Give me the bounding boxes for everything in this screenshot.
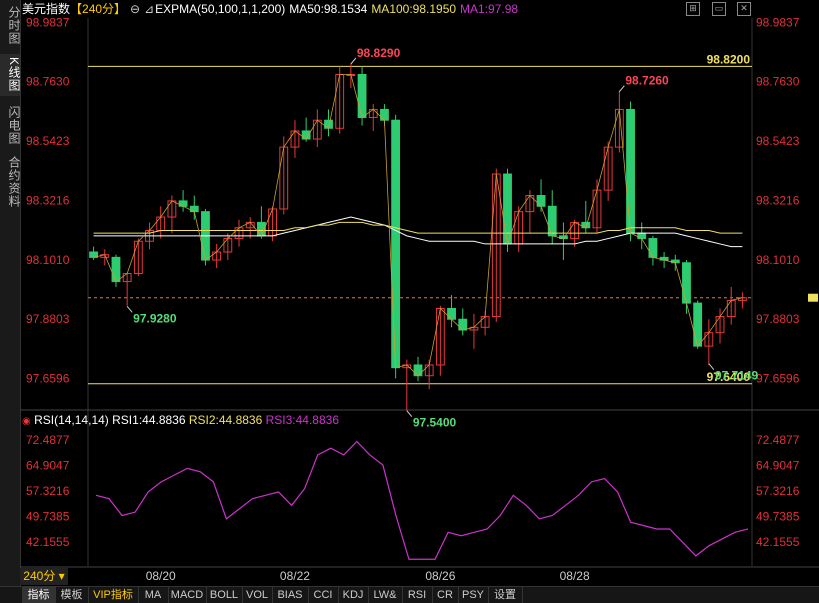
annotation-pointer — [406, 410, 413, 418]
y-tick-left: 97.8803 — [26, 312, 70, 326]
y-tick-left: 98.3216 — [26, 193, 70, 207]
rsi-y-tick-left: 42.1555 — [26, 535, 70, 549]
candle-body — [447, 307, 456, 320]
x-tick: 08/28 — [560, 569, 590, 583]
annotation-pointer — [126, 306, 133, 313]
rsi-y-tick-right: 64.9047 — [756, 458, 800, 472]
rsi-label: RSI(14,14,14) — [34, 413, 109, 427]
annotation-pointer — [350, 57, 357, 65]
candle-body — [357, 73, 367, 119]
indicator-tab-6[interactable]: VOL — [242, 587, 273, 603]
y-tick-left: 98.5423 — [26, 134, 70, 148]
candle-body — [458, 318, 468, 331]
y-tick-right: 98.1010 — [756, 253, 800, 267]
y-tick-right: 98.9837 — [756, 15, 800, 29]
rsi2-label: RSI2:44.8836 — [188, 413, 263, 427]
ma100-line — [93, 221, 743, 234]
rsi3-label: RSI3:44.8836 — [265, 413, 339, 427]
price-annotation: 98.7260 — [625, 74, 669, 88]
annotation-pointer — [708, 363, 715, 370]
y-tick-right: 98.5423 — [756, 134, 800, 148]
candle-body — [391, 119, 401, 369]
indicator-tab-4[interactable]: MACD — [168, 587, 207, 603]
candle-body — [637, 232, 647, 240]
candle-body — [536, 195, 546, 207]
y-tick-right: 98.3216 — [756, 193, 800, 207]
ma1-line — [93, 74, 743, 377]
indicator-tab-5[interactable]: BOLL — [206, 587, 243, 603]
period-selector[interactable]: 240分 ▾ — [20, 568, 68, 585]
candle-body — [693, 302, 703, 347]
y-tick-left: 98.7630 — [26, 75, 70, 89]
x-tick: 08/20 — [146, 569, 176, 583]
price-annotation: 97.7149 — [715, 369, 759, 383]
candle-body — [189, 205, 199, 213]
rsi-y-tick-left: 64.9047 — [26, 458, 70, 472]
x-tick: 08/22 — [280, 569, 310, 583]
indicator-tab-11[interactable]: RSI — [402, 587, 433, 603]
rsi1-label: RSI1:44.8836 — [112, 413, 186, 427]
indicator-tab-14[interactable]: 设置 — [488, 587, 523, 603]
x-tick: 08/26 — [425, 569, 455, 583]
y-tick-left: 98.9837 — [26, 15, 70, 29]
candle-body — [626, 108, 635, 234]
annotation-pointer — [618, 85, 625, 93]
y-tick-right: 97.8803 — [756, 312, 800, 326]
price-annotation: 97.9280 — [133, 311, 177, 325]
y-tick-left: 97.6596 — [26, 372, 70, 386]
rsi-y-tick-left: 72.4877 — [26, 433, 70, 447]
chart-canvas[interactable]: 98.9837 98.9837 98.7630 98.7630 98.5423 98.54… — [0, 0, 819, 586]
indicator-tab-8[interactable]: CCI — [308, 587, 339, 603]
rsi1-line — [95, 440, 749, 560]
ma50-line — [93, 216, 743, 248]
indicator-tab-9[interactable]: KDJ — [338, 587, 369, 603]
period-selector-label: 240分 — [23, 569, 56, 583]
indicator-tab-0[interactable]: 指标 — [22, 587, 56, 603]
current-price-marker — [808, 293, 818, 302]
hline-label: 98.8200 — [707, 52, 751, 66]
indicator-tabbar: 指标 模板 VIP指标 MA MACD BOLL VOL BIAS CCI KDJ LW& RSI CR… — [0, 586, 819, 603]
rsi-header: ◉ RSI(14,14,14) RSI1:44.8836 RSI2:44.883… — [22, 412, 339, 428]
candle-body — [178, 200, 188, 207]
candle-body — [111, 256, 121, 283]
candle-body — [648, 238, 658, 258]
price-annotation: 98.8290 — [357, 46, 401, 60]
rsi-y-tick-left: 49.7385 — [26, 509, 70, 523]
indicator-tab-2[interactable]: VIP指标 — [88, 587, 139, 603]
price-annotation: 97.5400 — [413, 416, 457, 430]
indicator-tab-12[interactable]: CR — [432, 587, 459, 603]
y-tick-right: 97.6596 — [756, 372, 800, 386]
rsi-y-tick-left: 57.3216 — [26, 484, 70, 498]
rsi-y-tick-right: 72.4877 — [756, 433, 800, 447]
candle-body — [547, 205, 557, 237]
candle-body — [380, 108, 389, 121]
rsi-y-tick-right: 42.1555 — [756, 535, 800, 549]
indicator-tab-7[interactable]: BIAS — [272, 587, 309, 603]
candle-body — [682, 262, 691, 304]
rsi-y-tick-right: 49.7385 — [756, 509, 800, 523]
y-tick-right: 98.7630 — [756, 75, 800, 89]
indicator-tab-3[interactable]: MA — [138, 587, 169, 603]
rsi-y-tick-right: 57.3216 — [756, 484, 800, 498]
y-tick-left: 98.1010 — [26, 253, 70, 267]
indicator-tab-1[interactable]: 模板 — [55, 587, 89, 603]
indicator-tab-10[interactable]: LW& — [368, 587, 403, 603]
candle-body — [413, 364, 423, 377]
rsi-settings-icon[interactable]: ◉ — [22, 416, 31, 427]
indicator-tab-13[interactable]: PSY — [458, 587, 489, 603]
